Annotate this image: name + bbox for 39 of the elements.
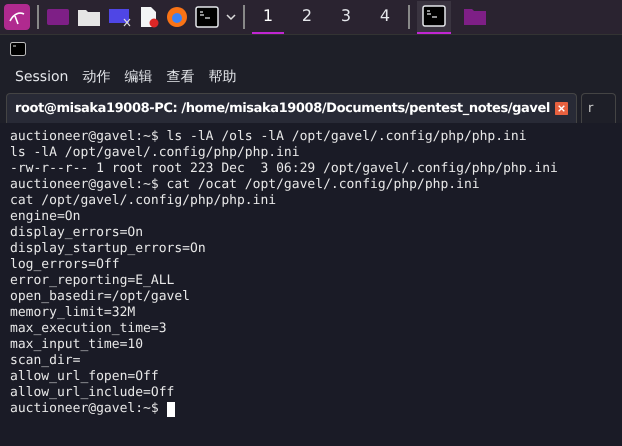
menu-item[interactable]: 动作 xyxy=(82,66,110,88)
browser-icon[interactable] xyxy=(166,6,188,28)
terminal-line: max_input_time=10 xyxy=(10,337,144,353)
terminal-line: -rw-r--r-- 1 root root 223 Dec 3 06:29 /opt/gavel/.config/php/php.ini xyxy=(10,161,558,177)
terminal-icon xyxy=(195,6,219,28)
terminal-line: display_errors=On xyxy=(10,225,144,241)
terminal-line: log_errors=Off xyxy=(10,257,120,273)
terminal-line: max_execution_time=3 xyxy=(10,321,167,337)
folder-icon[interactable] xyxy=(77,7,101,27)
terminal-line: auctioneer@gavel:~$ ls -lA /ols -lA /opt/gavel/.config/php/php.ini xyxy=(10,129,527,145)
terminal-line: allow_url_fopen=Off xyxy=(10,369,159,385)
terminal-tab[interactable]: r xyxy=(580,93,616,123)
terminal-line: open_basedir=/opt/gavel xyxy=(10,289,190,305)
workspace-button[interactable]: 4 xyxy=(369,0,401,34)
terminal-line: allow_url_include=Off xyxy=(10,385,174,401)
terminal-line: memory_limit=32M xyxy=(10,305,136,321)
terminal-icon xyxy=(422,5,446,27)
menu-item[interactable]: 查看 xyxy=(166,66,194,88)
terminal-line: cat /opt/gavel/.config/php/php.ini xyxy=(10,193,276,209)
chevron-down-icon[interactable] xyxy=(226,12,236,22)
workspace-button[interactable]: 2 xyxy=(291,0,323,34)
terminal-tab[interactable]: root@misaka19008-PC: /home/misaka19008/Documents/pentest_notes/gavel xyxy=(6,93,577,123)
close-icon[interactable] xyxy=(554,102,568,115)
terminal-icon xyxy=(10,42,26,56)
menu-item[interactable]: 编辑 xyxy=(124,66,152,88)
terminal-line: display_startup_errors=On xyxy=(10,241,206,257)
folder-icon xyxy=(463,6,487,26)
taskbar-task[interactable] xyxy=(417,0,451,34)
menu-item[interactable]: Session xyxy=(15,66,68,88)
terminal-line: error_reporting=E_ALL xyxy=(10,273,174,289)
monitor-icon[interactable] xyxy=(108,7,132,27)
terminal-line: scan_dir= xyxy=(10,353,80,369)
text-cursor xyxy=(166,402,175,416)
menu-item[interactable]: 帮助 xyxy=(208,66,236,88)
terminal-line: ls -lA /opt/gavel/.config/php/php.ini xyxy=(10,145,300,161)
terminal-prompt: auctioneer@gavel:~$ xyxy=(10,401,159,417)
terminal-line: auctioneer@gavel:~$ cat /ocat /opt/gavel/.config/php/php.ini xyxy=(10,177,480,193)
terminal-line: engine=On xyxy=(10,209,80,225)
workspace-button[interactable]: 3 xyxy=(330,0,362,34)
